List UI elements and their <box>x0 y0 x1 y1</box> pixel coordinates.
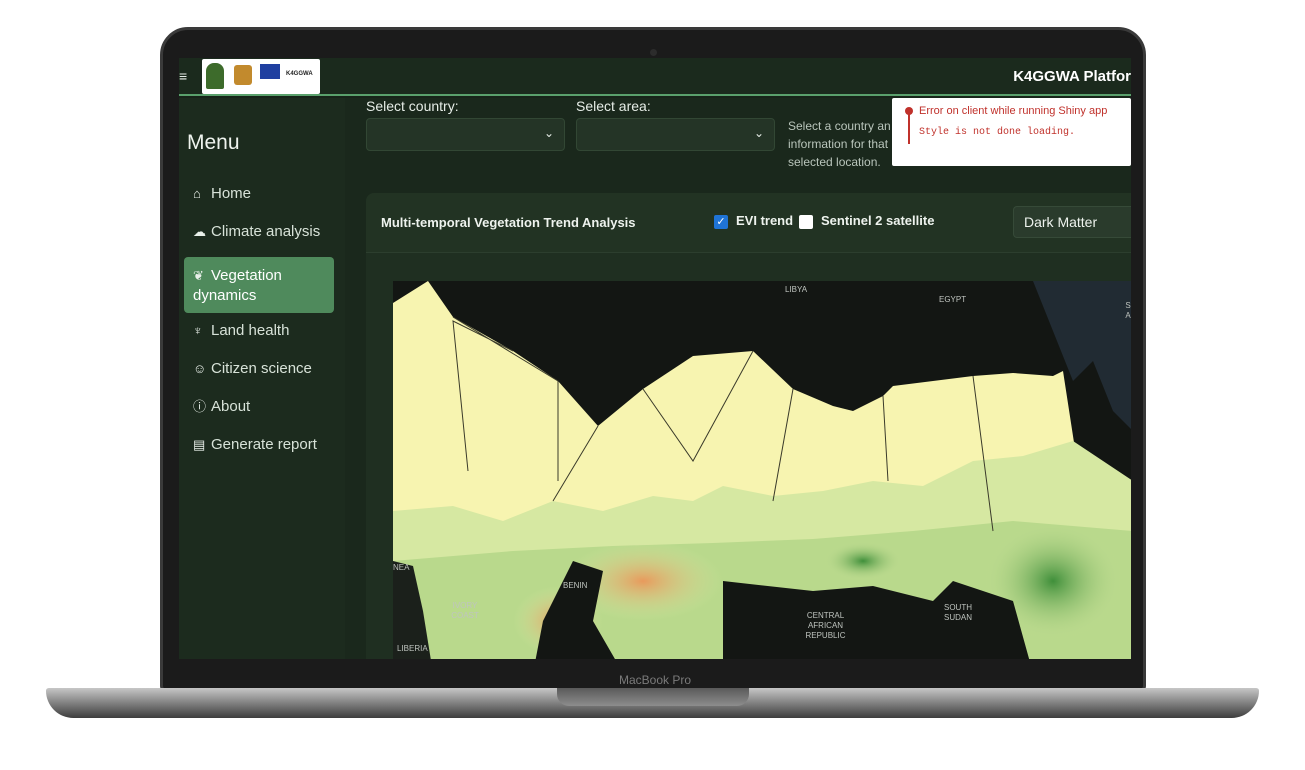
country-label: Select country: <box>366 98 459 114</box>
map-label-libya: LIBYA <box>785 285 808 294</box>
map-label-edge: S A <box>1125 301 1131 320</box>
map-canvas <box>393 281 1131 659</box>
agroforestry-logo-icon <box>234 65 252 85</box>
area-select[interactable]: ⌄ <box>576 118 775 151</box>
home-icon: ⌂ <box>193 186 201 201</box>
sidebar-item-about[interactable]: ⓘ About <box>184 394 334 432</box>
error-message: Style is not done loading. <box>919 127 1076 138</box>
k4ggwa-logo-icon: K4GGWA <box>286 71 313 77</box>
map-label-ivory-coast: IVORY COAST <box>451 601 479 620</box>
error-notification[interactable]: Error on client while running Shiny app … <box>892 98 1131 166</box>
laptop-notch <box>557 688 749 706</box>
sidebar-item-land-health[interactable]: ♆ Land health <box>184 318 334 356</box>
users-icon: ☺ <box>193 361 207 376</box>
file-icon: ▤ <box>193 437 206 452</box>
cloud-rain-icon: ☁ <box>193 224 206 239</box>
device-brand-label: MacBook Pro <box>618 673 692 687</box>
sidebar-item-label: Land health <box>211 322 290 339</box>
trend-panel: Multi-temporal Vegetation Trend Analysis… <box>366 193 1131 659</box>
evi-trend-checkbox[interactable]: ✓ <box>714 215 728 229</box>
map-label-car: CENTRAL AFRICAN REPUBLIC <box>805 611 846 640</box>
leaf-icon: ❦ <box>193 268 204 283</box>
sentinel-label: Sentinel 2 satellite <box>821 213 935 228</box>
sidebar-item-label: About <box>211 398 251 415</box>
panel-title: Multi-temporal Vegetation Trend Analysis <box>381 215 636 230</box>
sidebar-item-vegetation-dynamics[interactable]: ❦ Vegetation dynamics <box>184 257 334 313</box>
app-title: K4GGWA Platfor <box>1013 68 1131 85</box>
sidebar: Menu ⌂ Home ☁ Climate analysis ❦ Vegetati… <box>179 98 345 659</box>
sidebar-item-label: Climate analysis <box>211 223 321 240</box>
evi-trend-label: EVI trend <box>736 213 794 228</box>
basemap-select[interactable]: Dark Matter <box>1013 206 1131 238</box>
area-label: Select area: <box>576 98 651 114</box>
sidebar-nav: ⌂ Home ☁ Climate analysis ❦ Vegetation dy… <box>184 181 334 470</box>
seedling-icon: ♆ <box>193 323 203 338</box>
sidebar-item-label: Home <box>211 185 252 202</box>
camera-icon <box>650 49 657 56</box>
sidebar-item-label: Generate report <box>211 436 317 453</box>
map-label-benin: BENIN <box>563 581 588 590</box>
vegetation-map[interactable]: LIBYA EGYPT S A NEA IVORY COAST BENIN LI… <box>393 281 1131 659</box>
screen: ≡ K4GGWA K4GGWA Platfor Menu ⌂ Home ☁ Cl… <box>179 58 1131 659</box>
sidebar-item-climate-analysis[interactable]: ☁ Climate analysis <box>184 219 334 257</box>
sidebar-item-home[interactable]: ⌂ Home <box>184 181 334 219</box>
error-pin-line <box>908 114 910 144</box>
map-label-egypt: EGYPT <box>939 295 967 304</box>
sidebar-item-label: Citizen science <box>211 360 312 377</box>
selection-hint: Select a country an information for that… <box>788 119 891 169</box>
chevron-down-icon: ⌄ <box>543 126 554 140</box>
main-content: Select country: ⌄ Select area: ⌄ Select … <box>345 98 1131 659</box>
map-label-liberia: LIBERIA <box>397 644 428 653</box>
menu-title: Menu <box>187 131 240 154</box>
partner-logos: K4GGWA <box>202 59 320 94</box>
map-label-guinea: NEA <box>393 563 410 572</box>
country-select[interactable]: ⌄ <box>366 118 565 151</box>
error-title: Error on client while running Shiny app <box>919 105 1108 117</box>
chevron-down-icon: ⌄ <box>753 126 764 140</box>
info-icon: ⓘ <box>193 399 207 414</box>
hamburger-icon[interactable]: ≡ <box>179 68 187 84</box>
sidebar-item-label-wrap: ❦ Vegetation dynamics <box>193 266 325 306</box>
top-bar: ≡ K4GGWA K4GGWA Platfor <box>179 58 1131 96</box>
map-label-south-sudan: SOUTH SUDAN <box>943 603 972 622</box>
sidebar-item-generate-report[interactable]: ▤ Generate report <box>184 432 334 470</box>
panel-header: Multi-temporal Vegetation Trend Analysis… <box>366 193 1131 253</box>
sentinel-checkbox[interactable] <box>799 215 813 229</box>
tree-logo-icon <box>206 63 224 89</box>
sidebar-item-citizen-science[interactable]: ☺ Citizen science <box>184 356 334 394</box>
eu-flag-icon <box>260 64 280 79</box>
